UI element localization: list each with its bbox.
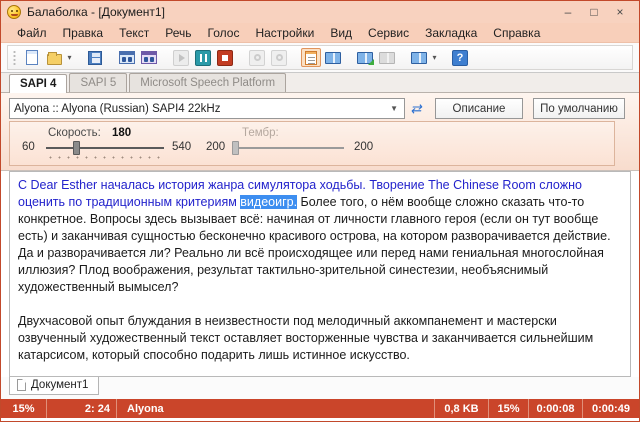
replace-icon[interactable] — [139, 48, 159, 67]
menubar: Файл Правка Текст Речь Голос Настройки В… — [1, 23, 639, 43]
record-audio-icon — [247, 48, 267, 67]
menu-tools[interactable]: Сервис — [360, 24, 417, 42]
rate-min-label: 60 — [22, 141, 35, 153]
window-title: Балаболка - [Документ1] — [27, 5, 165, 19]
menu-text[interactable]: Текст — [111, 24, 157, 42]
app-logo-icon — [7, 5, 21, 19]
menu-help[interactable]: Справка — [485, 24, 548, 42]
refresh-voices-icon[interactable]: ⇄ — [405, 101, 427, 117]
record-split-icon — [269, 48, 289, 67]
voice-select-arrow-icon: ▼ — [388, 104, 400, 113]
describe-voice-button[interactable]: Описание — [435, 98, 523, 119]
document-text-area[interactable]: С Dear Esther началась история жанра сим… — [9, 171, 631, 377]
pitch-slider-track — [232, 147, 344, 149]
help-icon[interactable]: ? — [450, 48, 470, 67]
minimize-button[interactable]: – — [555, 3, 581, 21]
menu-voice[interactable]: Голос — [200, 24, 248, 42]
status-voice-name: Alyona — [117, 399, 435, 418]
voice-select[interactable]: Alyona :: Alyona (Russian) SAPI4 22kHz ▼ — [9, 98, 405, 119]
voice-panel: Alyona :: Alyona (Russian) SAPI4 22kHz ▼… — [1, 93, 639, 171]
menu-bookmark[interactable]: Закладка — [417, 24, 485, 42]
toolbar-grip[interactable] — [13, 50, 16, 66]
document-tab-label: Документ1 — [31, 379, 88, 391]
menu-edit[interactable]: Правка — [55, 24, 112, 42]
toolbar-zone: ▾ ▾ ? — [1, 43, 639, 73]
titlebar: Балаболка - [Документ1] – □ × — [1, 1, 639, 23]
menu-speech[interactable]: Речь — [157, 24, 199, 42]
spoken-word-highlight: видеоигр. — [240, 195, 297, 209]
rate-slider-track[interactable] — [46, 147, 164, 149]
paragraph-1: С Dear Esther началась история жанра сим… — [18, 177, 622, 296]
find-icon[interactable] — [117, 48, 137, 67]
pause-icon[interactable] — [193, 48, 213, 67]
voice-select-value: Alyona :: Alyona (Russian) SAPI4 22kHz — [14, 103, 388, 115]
rate-slider-ticks — [46, 156, 166, 159]
menu-file[interactable]: Файл — [9, 24, 55, 42]
status-total-time: 0:00:49 — [583, 399, 639, 418]
statusbar: 15% 2: 24 Alyona 0,8 KB 15% 0:00:08 0:00… — [1, 399, 639, 418]
engine-tabs: SAPI 4 SAPI 5 Microsoft Speech Platform — [1, 73, 639, 93]
document-page-icon — [17, 379, 26, 391]
close-button[interactable]: × — [607, 3, 633, 21]
app-window: Балаболка - [Документ1] – □ × Файл Правк… — [0, 0, 640, 422]
rate-max-label: 540 — [172, 141, 191, 153]
tab-sapi4[interactable]: SAPI 4 — [9, 74, 67, 93]
new-document-icon[interactable] — [22, 48, 42, 67]
book-voice-icon[interactable] — [409, 48, 429, 67]
book-closed-icon — [377, 48, 397, 67]
pitch-min-label: 200 — [206, 141, 225, 153]
watch-clipboard-icon[interactable] — [301, 48, 321, 67]
rate-label: Скорость: — [48, 127, 101, 139]
tab-document1[interactable]: Документ1 — [9, 377, 99, 395]
rate-slider-thumb[interactable] — [73, 141, 80, 155]
dictionary-icon[interactable] — [323, 48, 343, 67]
rate-value: 180 — [112, 127, 131, 139]
status-elapsed-time: 0:00:08 — [529, 399, 583, 418]
status-cursor-position: 2: 24 — [47, 399, 117, 418]
book-open-icon[interactable] — [355, 48, 375, 67]
stop-icon[interactable] — [215, 48, 235, 67]
pitch-max-label: 200 — [354, 141, 373, 153]
open-file-dropdown-icon[interactable]: ▾ — [65, 53, 74, 62]
save-icon[interactable] — [85, 48, 105, 67]
toolbar: ▾ ▾ ? — [7, 45, 633, 70]
maximize-button[interactable]: □ — [581, 3, 607, 21]
paragraph-1-rest: Более того, о нём вообще сложно сказать … — [18, 195, 611, 294]
open-file-icon[interactable] — [44, 48, 64, 67]
pitch-slider-thumb — [232, 141, 239, 155]
menu-settings[interactable]: Настройки — [247, 24, 322, 42]
tab-sapi5[interactable]: SAPI 5 — [69, 73, 127, 92]
book-voice-dropdown-icon[interactable]: ▾ — [430, 53, 439, 62]
status-percent: 15% — [489, 399, 529, 418]
menu-view[interactable]: Вид — [322, 24, 360, 42]
pitch-label: Тембр: — [242, 127, 279, 139]
status-progress: 15% — [1, 399, 47, 418]
document-tabs: Документ1 — [1, 377, 639, 399]
status-file-size: 0,8 KB — [435, 399, 489, 418]
sliders-groupbox: Скорость: 180 60 540 Тембр: 200 200 — [9, 121, 615, 166]
paragraph-2: Двухчасовой опыт блуждания в неизвестнос… — [18, 313, 622, 364]
play-icon — [171, 48, 191, 67]
set-default-voice-button[interactable]: По умолчанию — [533, 98, 625, 119]
tab-ms-speech-platform[interactable]: Microsoft Speech Platform — [129, 73, 286, 92]
